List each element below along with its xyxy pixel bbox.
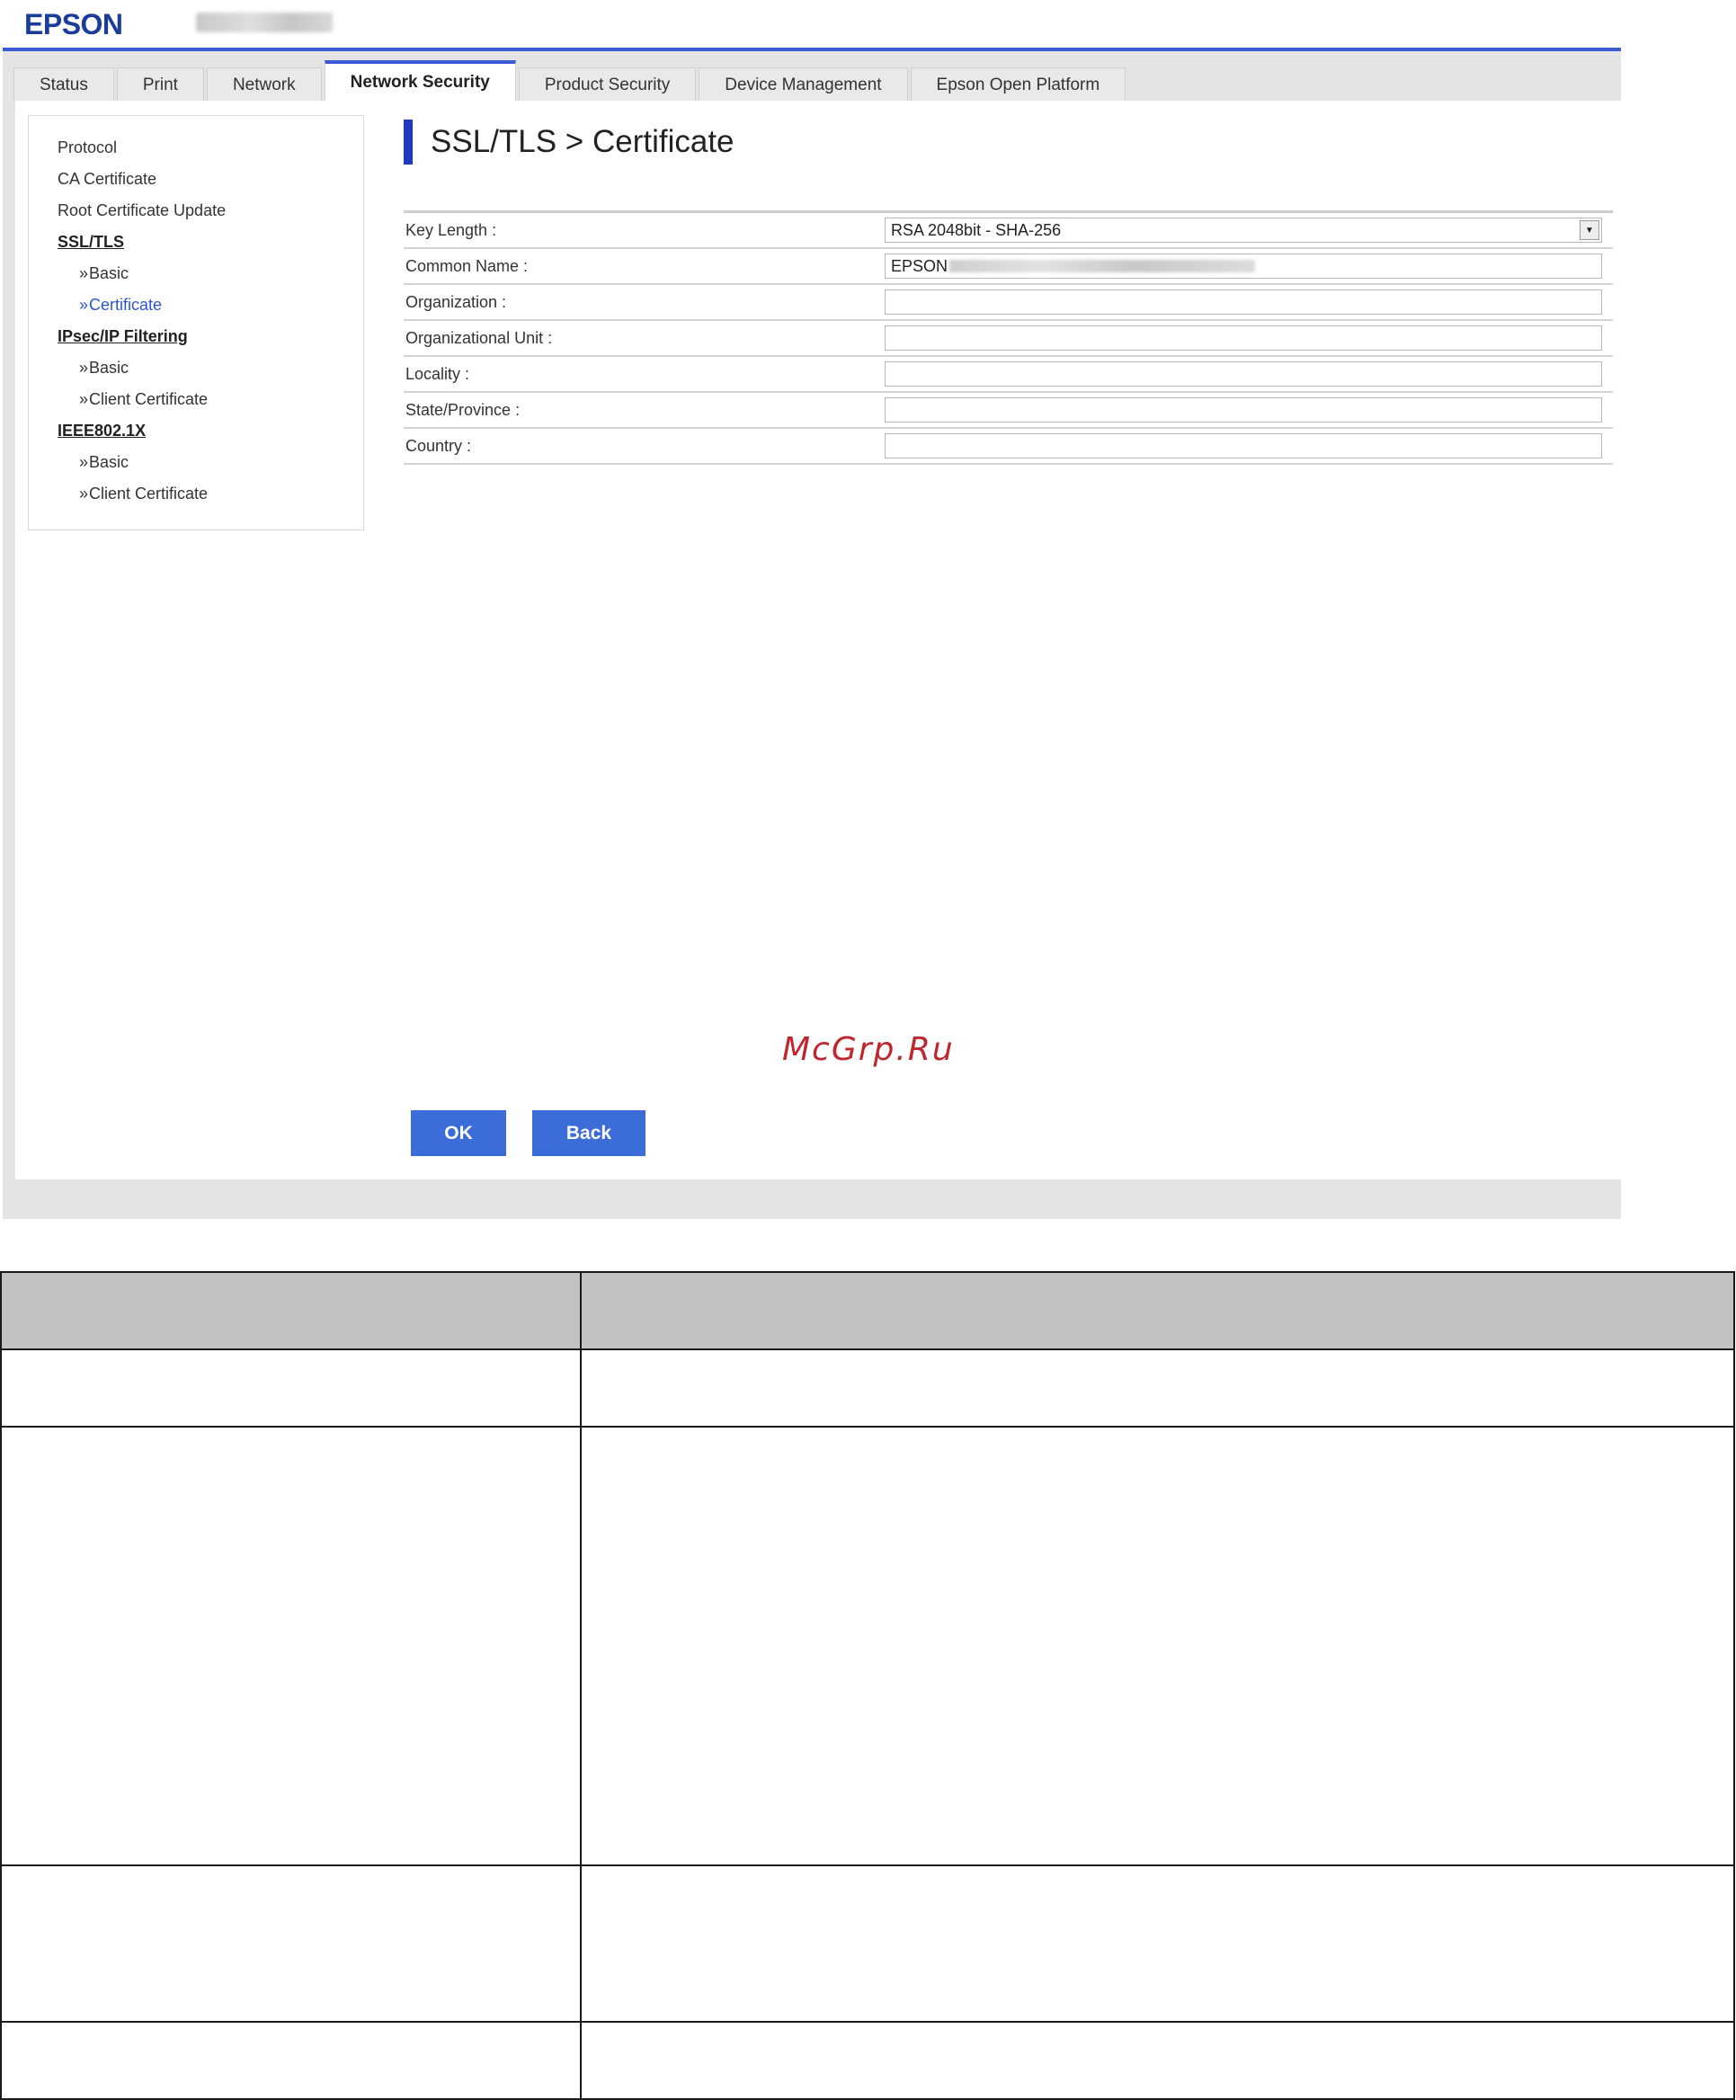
locality-input[interactable] (885, 361, 1602, 387)
back-button[interactable]: Back (532, 1110, 645, 1156)
content-panel: Protocol CA Certificate Root Certificate… (15, 101, 1621, 1179)
country-input[interactable] (885, 433, 1602, 458)
tab-network-security[interactable]: Network Security (324, 60, 516, 102)
epson-logo: EPSON (24, 8, 123, 40)
page-title: SSL/TLS > Certificate (431, 124, 734, 159)
tab-epson-open-platform[interactable]: Epson Open Platform (910, 67, 1126, 102)
state-province-label: State/Province : (405, 400, 521, 419)
tab-bar: Status Print Network Network Security Pr… (13, 60, 1126, 102)
form-row-key-length: Key Length : RSA 2048bit - SHA-256 ▼ (404, 213, 1613, 249)
table-row (0, 1426, 1735, 1866)
tab-network[interactable]: Network (206, 67, 322, 102)
tab-status[interactable]: Status (13, 67, 114, 102)
sidebar-item-protocol[interactable]: Protocol (58, 132, 363, 164)
certificate-form: Key Length : RSA 2048bit - SHA-256 ▼ Com… (404, 210, 1613, 465)
tab-print[interactable]: Print (116, 67, 204, 102)
common-name-value: EPSON (891, 256, 948, 275)
form-row-organization: Organization : (404, 285, 1613, 321)
table-row (0, 2021, 1735, 2100)
form-row-common-name: Common Name : EPSON (404, 249, 1613, 285)
sidebar-item-ssl-certificate[interactable]: Certificate (58, 289, 363, 321)
table-row (0, 1348, 1735, 1428)
table-row (0, 1864, 1735, 2023)
model-name-blurred (196, 13, 333, 32)
organizational-unit-label: Organizational Unit : (405, 328, 553, 347)
title-accent-bar (404, 120, 413, 165)
table-cell (580, 1864, 1735, 2023)
page-title-bar: SSL/TLS > Certificate (404, 119, 1613, 165)
sidebar-item-ssl-tls[interactable]: SSL/TLS (58, 227, 363, 258)
sidebar-item-ieee-client-certificate[interactable]: Client Certificate (58, 478, 363, 510)
form-row-state-province: State/Province : (404, 393, 1613, 429)
table-header-row (0, 1271, 1735, 1350)
table-cell (0, 1426, 582, 1866)
key-length-select[interactable]: RSA 2048bit - SHA-256 ▼ (885, 218, 1602, 243)
tab-product-security[interactable]: Product Security (518, 67, 697, 102)
organization-label: Organization : (405, 292, 507, 311)
main-area: SSL/TLS > Certificate Key Length : RSA 2… (404, 119, 1613, 465)
common-name-blurred-text (949, 260, 1256, 272)
table-cell (0, 2021, 582, 2100)
form-row-organizational-unit: Organizational Unit : (404, 321, 1613, 357)
tab-device-management[interactable]: Device Management (699, 67, 908, 102)
table-cell (0, 1348, 582, 1428)
table-cell (580, 1426, 1735, 1866)
table-cell (0, 1864, 582, 2023)
table-cell (580, 1348, 1735, 1428)
key-length-label: Key Length : (405, 220, 497, 239)
sidebar-item-label: Basic (89, 264, 129, 282)
sidebar-item-ipsec-ip-filtering[interactable]: IPsec/IP Filtering (58, 321, 363, 352)
organizational-unit-input[interactable] (885, 325, 1602, 351)
sidebar-item-ipsec-client-certificate[interactable]: Client Certificate (58, 384, 363, 415)
sidebar-item-label: Client Certificate (89, 390, 209, 408)
form-row-country: Country : (404, 429, 1613, 465)
sidebar-item-ieee8021x[interactable]: IEEE802.1X (58, 415, 363, 447)
country-label: Country : (405, 436, 472, 455)
form-row-locality: Locality : (404, 357, 1613, 393)
table-header-cell (580, 1271, 1735, 1350)
sidebar: Protocol CA Certificate Root Certificate… (28, 115, 364, 530)
common-name-label: Common Name : (405, 256, 529, 275)
table-header-cell (0, 1271, 582, 1350)
table-cell (580, 2021, 1735, 2100)
description-table (0, 1271, 1735, 2100)
sidebar-item-label: Basic (89, 359, 129, 377)
locality-label: Locality : (405, 364, 470, 383)
screenshot: EPSON Status Print Network Network Secur… (0, 0, 1621, 1219)
sidebar-item-ieee-basic[interactable]: Basic (58, 447, 363, 478)
sidebar-item-label: Basic (89, 453, 129, 471)
state-province-input[interactable] (885, 397, 1602, 423)
sidebar-item-ca-certificate[interactable]: CA Certificate (58, 164, 363, 195)
sidebar-item-label: Certificate (89, 296, 163, 314)
common-name-input[interactable]: EPSON (885, 254, 1602, 279)
watermark-text: McGrp.Ru (782, 1031, 955, 1068)
ok-button[interactable]: OK (411, 1110, 506, 1156)
sidebar-item-ipsec-basic[interactable]: Basic (58, 352, 363, 384)
dropdown-arrow-icon[interactable]: ▼ (1580, 220, 1599, 240)
sidebar-item-ssl-basic[interactable]: Basic (58, 258, 363, 289)
key-length-value: RSA 2048bit - SHA-256 (891, 220, 1062, 239)
organization-input[interactable] (885, 289, 1602, 315)
sidebar-item-label: Client Certificate (89, 485, 209, 503)
sidebar-item-root-certificate-update[interactable]: Root Certificate Update (58, 195, 363, 227)
